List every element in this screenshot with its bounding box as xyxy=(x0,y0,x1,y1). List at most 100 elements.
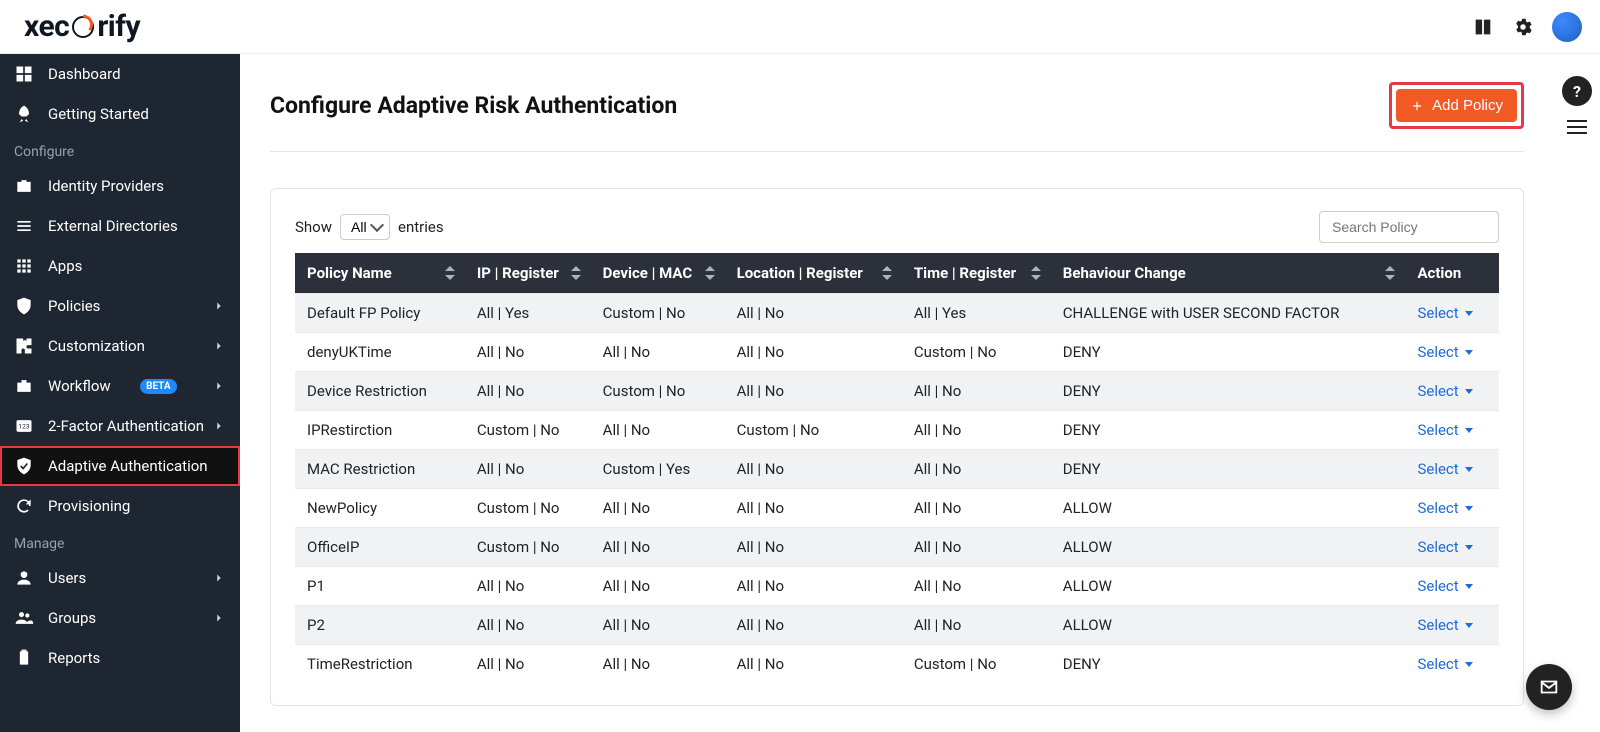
list-icon xyxy=(14,216,34,236)
plus-icon xyxy=(1410,99,1424,113)
cell-location: All | No xyxy=(725,333,902,372)
book-icon[interactable] xyxy=(1472,16,1494,38)
cell-action: Select xyxy=(1405,567,1499,606)
cell-behaviour: ALLOW xyxy=(1051,606,1406,645)
cell-device: Custom | No xyxy=(591,294,725,333)
cell-action: Select xyxy=(1405,528,1499,567)
search-input[interactable] xyxy=(1319,211,1499,243)
entries-select[interactable]: All xyxy=(340,214,390,240)
sidebar-item-getting-started[interactable]: Getting Started xyxy=(0,94,240,134)
brand-mark-icon xyxy=(72,16,94,38)
topbar-actions xyxy=(1472,12,1582,42)
sidebar-item-apps[interactable]: Apps xyxy=(0,246,240,286)
sidebar-section-configure: Configure xyxy=(0,134,240,166)
sort-icon xyxy=(882,266,892,280)
gear-icon[interactable] xyxy=(1512,16,1534,38)
sidebar-item-workflow[interactable]: WorkflowBETA xyxy=(0,366,240,406)
svg-text:123: 123 xyxy=(18,423,29,431)
cell-location: All | No xyxy=(725,645,902,684)
show-label-after: entries xyxy=(398,218,444,236)
chevron-right-icon xyxy=(212,299,226,313)
sidebar-item-adaptive-authentication[interactable]: Adaptive Authentication xyxy=(0,446,240,486)
chevron-right-icon xyxy=(212,419,226,433)
cell-behaviour: DENY xyxy=(1051,450,1406,489)
table-row: P2All | NoAll | NoAll | NoAll | NoALLOWS… xyxy=(295,606,1499,645)
action-select[interactable]: Select xyxy=(1417,460,1472,478)
cell-location: All | No xyxy=(725,294,902,333)
avatar[interactable] xyxy=(1552,12,1582,42)
sidebar-item-dashboard[interactable]: Dashboard xyxy=(0,54,240,94)
cell-name: MAC Restriction xyxy=(295,450,465,489)
col-policy-name[interactable]: Policy Name xyxy=(295,253,465,294)
sidebar-item-label: External Directories xyxy=(48,217,178,235)
col-location-register[interactable]: Location | Register xyxy=(725,253,902,294)
col-time-register[interactable]: Time | Register xyxy=(902,253,1051,294)
action-select[interactable]: Select xyxy=(1417,538,1472,556)
cell-ip: Custom | No xyxy=(465,411,591,450)
sidebar-item-reports[interactable]: Reports xyxy=(0,638,240,678)
sidebar-item-provisioning[interactable]: Provisioning xyxy=(0,486,240,526)
cell-name: OfficeIP xyxy=(295,528,465,567)
cell-ip: Custom | No xyxy=(465,489,591,528)
sidebar-item-label: Provisioning xyxy=(48,497,130,515)
action-select[interactable]: Select xyxy=(1417,304,1472,322)
action-select[interactable]: Select xyxy=(1417,655,1472,673)
brand-logo[interactable]: xec rify xyxy=(24,9,140,44)
cell-name: TimeRestriction xyxy=(295,645,465,684)
hamburger-icon[interactable] xyxy=(1567,120,1587,134)
sidebar-item-2-factor-authentication[interactable]: 123 2-Factor Authentication xyxy=(0,406,240,446)
cell-action: Select xyxy=(1405,294,1499,333)
col-device-mac[interactable]: Device | MAC xyxy=(591,253,725,294)
action-select[interactable]: Select xyxy=(1417,382,1472,400)
briefcase-icon xyxy=(14,376,34,396)
brand-text-1: xec xyxy=(24,9,69,44)
page-header: Configure Adaptive Risk Authentication A… xyxy=(270,82,1524,152)
add-policy-button[interactable]: Add Policy xyxy=(1396,89,1517,122)
sort-icon xyxy=(705,266,715,280)
col-behaviour-change[interactable]: Behaviour Change xyxy=(1051,253,1406,294)
sidebar-item-users[interactable]: Users xyxy=(0,558,240,598)
sidebar-item-label: Identity Providers xyxy=(48,177,164,195)
mail-fab[interactable] xyxy=(1526,664,1572,710)
sidebar-item-label: Apps xyxy=(48,257,82,275)
cell-action: Select xyxy=(1405,411,1499,450)
sidebar-item-label: 2-Factor Authentication xyxy=(48,417,204,435)
sort-icon xyxy=(571,266,581,280)
cell-ip: All | No xyxy=(465,645,591,684)
cell-ip: All | No xyxy=(465,567,591,606)
action-select[interactable]: Select xyxy=(1417,499,1472,517)
sidebar-item-customization[interactable]: Customization xyxy=(0,326,240,366)
sidebar-item-external-directories[interactable]: External Directories xyxy=(0,206,240,246)
sidebar-item-policies[interactable]: Policies xyxy=(0,286,240,326)
cell-device: Custom | No xyxy=(591,372,725,411)
beta-badge: BETA xyxy=(140,379,177,394)
cell-time: All | Yes xyxy=(902,294,1051,333)
action-select[interactable]: Select xyxy=(1417,343,1472,361)
sidebar-item-identity-providers[interactable]: Identity Providers xyxy=(0,166,240,206)
cell-location: All | No xyxy=(725,528,902,567)
add-policy-label: Add Policy xyxy=(1432,97,1503,114)
grid-icon xyxy=(14,256,34,276)
cell-behaviour: DENY xyxy=(1051,645,1406,684)
topbar: xec rify xyxy=(0,0,1600,54)
action-select[interactable]: Select xyxy=(1417,616,1472,634)
sidebar-item-groups[interactable]: Groups xyxy=(0,598,240,638)
cell-time: All | No xyxy=(902,567,1051,606)
help-button[interactable]: ? xyxy=(1562,76,1592,106)
action-select[interactable]: Select xyxy=(1417,421,1472,439)
action-select[interactable]: Select xyxy=(1417,577,1472,595)
col-ip-register[interactable]: IP | Register xyxy=(465,253,591,294)
policy-table: Policy NameIP | RegisterDevice | MACLoca… xyxy=(295,253,1499,683)
cell-action: Select xyxy=(1405,333,1499,372)
cell-behaviour: ALLOW xyxy=(1051,528,1406,567)
group-icon xyxy=(14,608,34,628)
sidebar-item-label: Getting Started xyxy=(48,105,149,123)
sort-icon xyxy=(445,266,455,280)
cell-behaviour: DENY xyxy=(1051,333,1406,372)
table-row: TimeRestrictionAll | NoAll | NoAll | NoC… xyxy=(295,645,1499,684)
cell-action: Select xyxy=(1405,489,1499,528)
cell-behaviour: ALLOW xyxy=(1051,567,1406,606)
col-action[interactable]: Action xyxy=(1405,253,1499,294)
person-icon xyxy=(14,568,34,588)
cell-time: All | No xyxy=(902,606,1051,645)
